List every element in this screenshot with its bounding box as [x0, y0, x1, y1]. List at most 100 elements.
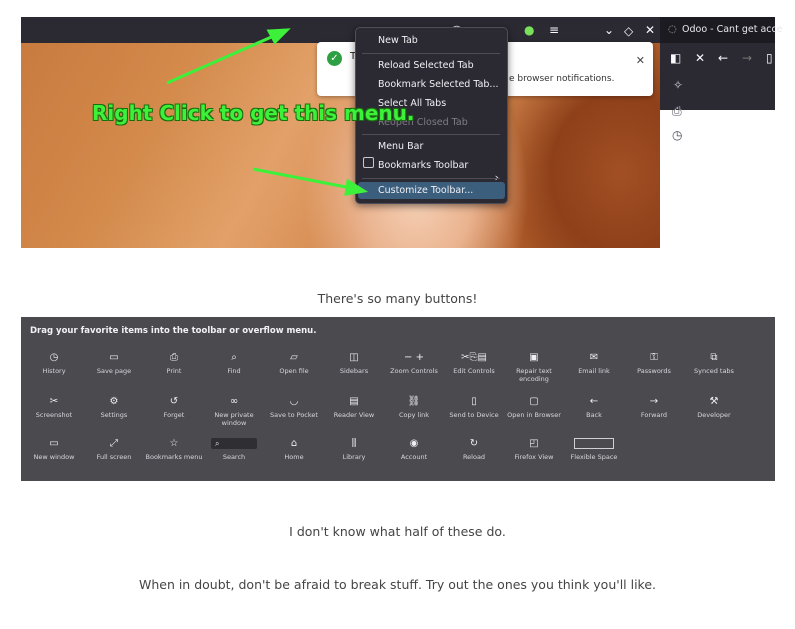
- palette-item-label: Passwords: [637, 367, 671, 375]
- context-menu-screenshot: ◯ ⊙ ⌂ ● ≡ ⌄ ◇ ✕ ◌ Odoo - Cant get acce ◧…: [21, 17, 783, 248]
- palette-item-label: Edit Controls: [453, 367, 495, 375]
- palette-item-label: Library: [342, 453, 366, 461]
- palette-item-open-file[interactable]: ▱ Open file: [264, 352, 324, 375]
- palette-item-label: Save to Pocket: [270, 411, 318, 419]
- palette-item-label: Send to Device: [449, 411, 499, 419]
- forward-arrow-icon[interactable]: →: [742, 52, 752, 64]
- palette-item-label: Sidebars: [339, 367, 369, 375]
- open-file-icon: ▱: [290, 352, 298, 363]
- flexible-space-icon: [564, 438, 624, 450]
- palette-item-label: Open file: [279, 367, 309, 375]
- palette-item-zoom-controls[interactable]: − + Zoom Controls: [384, 352, 444, 375]
- palette-item-open-in-browser[interactable]: ▢ Open in Browser: [504, 396, 564, 419]
- flexible-space-preview: [574, 438, 614, 449]
- palette-item-synced-tabs[interactable]: ⧉ Synced tabs: [684, 352, 744, 375]
- new-window-icon: ▭: [49, 438, 59, 449]
- edit-controls-icon: ✂⎘▤: [461, 352, 487, 363]
- find-icon: ⌕: [231, 352, 237, 363]
- firefox-view-icon: ◰: [529, 438, 539, 449]
- palette-item-settings[interactable]: ⚙ Settings: [84, 396, 144, 419]
- palette-item-history[interactable]: ◷ History: [24, 352, 84, 375]
- palette-item-edit-controls[interactable]: ✂⎘▤ Edit Controls: [444, 352, 504, 375]
- print-icon: ⎙: [170, 352, 178, 363]
- palette-item-email-link[interactable]: ✉ Email link: [564, 352, 624, 375]
- annotation-arrows: [166, 28, 369, 196]
- palette-item-search[interactable]: ⌕ Search: [204, 438, 264, 461]
- palette-item-save-page[interactable]: ▭ Save page: [84, 352, 144, 375]
- palette-item-label: Reload: [462, 453, 486, 461]
- palette-item-home[interactable]: ⌂ Home: [264, 438, 324, 461]
- palette-item-screenshot[interactable]: ✂ Screenshot: [24, 396, 84, 419]
- account-icon: ◉: [409, 438, 419, 449]
- palette-item-developer[interactable]: ⚒ Developer: [684, 396, 744, 419]
- palette-item-forget[interactable]: ↺ Forget: [144, 396, 204, 419]
- caption-many-buttons: There's so many buttons!: [317, 291, 478, 306]
- back-icon: ←: [589, 396, 599, 407]
- search-field-preview: ⌕: [211, 438, 257, 449]
- history-icon: ◷: [49, 352, 59, 363]
- forward-icon: →: [649, 396, 659, 407]
- palette-item-repair-text-encoding[interactable]: ▣ Repair text encoding: [504, 352, 564, 383]
- palette-item-reload[interactable]: ↻ Reload: [444, 438, 504, 461]
- bookmarks-menu-icon: ☆: [169, 438, 179, 449]
- settings-icon: ⚙: [109, 396, 119, 407]
- palette-item-label: New window: [33, 453, 75, 461]
- palette-item-label: Firefox View: [514, 453, 554, 461]
- new-private-window-icon: ∞: [229, 396, 239, 407]
- email-link-icon: ✉: [589, 352, 599, 363]
- palette-item-reader-view[interactable]: ▤ Reader View: [324, 396, 384, 419]
- palette-item-label: New private window: [214, 411, 254, 427]
- palette-item-label: History: [42, 367, 66, 375]
- palette-item-label: Full screen: [96, 453, 132, 461]
- palette-item-find[interactable]: ⌕ Find: [204, 352, 264, 375]
- palette-item-flexible-space[interactable]: Flexible Space: [564, 438, 624, 461]
- palette-item-bookmarks-menu[interactable]: ☆ Bookmarks menu: [144, 438, 204, 461]
- palette-item-label: Developer: [697, 411, 731, 419]
- palette-item-label: Reader View: [333, 411, 375, 419]
- palette-item-label: Flexible Space: [570, 453, 618, 461]
- palette-item-forward[interactable]: → Forward: [624, 396, 684, 419]
- palette-item-print[interactable]: ⎙ Print: [144, 352, 204, 375]
- copy-link-icon: ⛓: [407, 396, 421, 407]
- palette-item-passwords[interactable]: ⚿ Passwords: [624, 352, 684, 375]
- padlock-icon[interactable]: ▯: [766, 52, 773, 64]
- repair-text-encoding-icon: ▣: [529, 352, 539, 363]
- palette-item-new-private-window[interactable]: ∞ New private window: [204, 396, 264, 427]
- palette-item-label: Repair text encoding: [516, 367, 552, 383]
- palette-item-label: Synced tabs: [694, 367, 734, 375]
- save-page-icon: ▭: [109, 352, 119, 363]
- tab-title[interactable]: Odoo - Cant get acce: [682, 24, 783, 35]
- palette-item-new-window[interactable]: ▭ New window: [24, 438, 84, 461]
- palette-item-label: Find: [227, 367, 241, 375]
- palette-item-full-screen[interactable]: ⤢ Full screen: [84, 438, 144, 461]
- passwords-icon: ⚿: [650, 352, 658, 363]
- full-screen-icon: ⤢: [110, 438, 118, 449]
- palette-item-account[interactable]: ◉ Account: [384, 438, 444, 461]
- palette-item-library[interactable]: ⫼ Library: [324, 438, 384, 461]
- palette-item-label: Bookmarks menu: [145, 453, 203, 461]
- palette-item-label: Copy link: [398, 411, 430, 419]
- synced-tabs-icon: ⧉: [710, 352, 718, 363]
- palette-item-label: Back: [586, 411, 602, 419]
- forget-icon: ↺: [169, 396, 179, 407]
- palette-item-send-to-device[interactable]: ▯ Send to Device: [444, 396, 504, 419]
- sidebar-content: [698, 110, 775, 248]
- palette-item-copy-link[interactable]: ⛓ Copy link: [384, 396, 444, 419]
- palette-item-save-to-pocket[interactable]: ◡ Save to Pocket: [264, 396, 324, 419]
- palette-item-label: Print: [166, 367, 182, 375]
- palette-item-label: Open in Browser: [507, 411, 561, 419]
- back-arrow-icon[interactable]: ←: [718, 52, 728, 64]
- palette-item-back[interactable]: ← Back: [564, 396, 624, 419]
- palette-item-label: Forward: [640, 411, 668, 419]
- sidebars-icon: ◫: [349, 352, 359, 363]
- save-to-pocket-icon: ◡: [289, 396, 299, 407]
- screenshot-icon: ✂: [49, 396, 59, 407]
- caption-break-stuff: When in doubt, don't be afraid to break …: [138, 577, 657, 592]
- reload-icon: ↻: [469, 438, 479, 449]
- arrow-to-customize: [252, 167, 369, 196]
- palette-item-label: Home: [284, 453, 304, 461]
- palette-item-sidebars[interactable]: ◫ Sidebars: [324, 352, 384, 375]
- palette-item-firefox-view[interactable]: ◰ Firefox View: [504, 438, 564, 461]
- open-in-browser-icon: ▢: [529, 396, 539, 407]
- reader-view-icon: ▤: [349, 396, 359, 407]
